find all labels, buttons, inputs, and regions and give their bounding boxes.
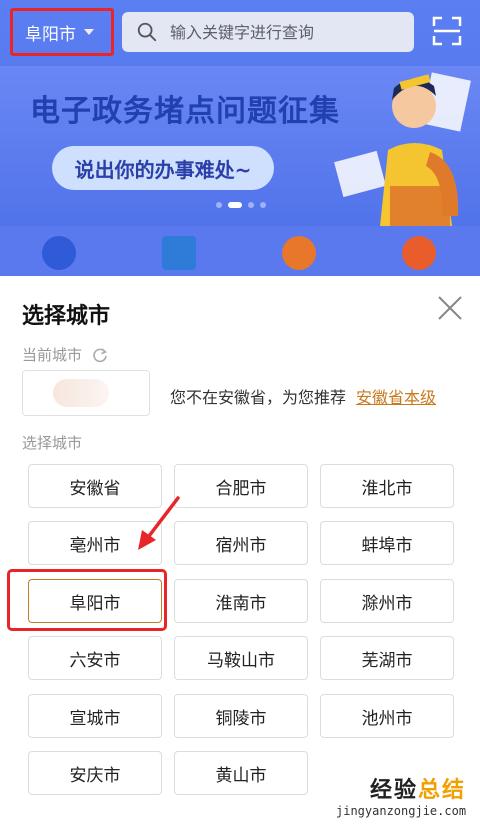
quick-entry-row bbox=[0, 226, 480, 276]
current-city-label: 当前城市 bbox=[22, 344, 108, 365]
city-button[interactable]: 蚌埠市 bbox=[320, 521, 454, 565]
city-picker-sheet: 选择城市 当前城市 您不在安徽省，为您推荐 安徽省本级 选择城市 安徽省 合肥市 … bbox=[0, 276, 480, 824]
city-button[interactable]: 安徽省 bbox=[28, 464, 162, 508]
select-city-label: 选择城市 bbox=[22, 434, 83, 452]
recommend-line: 您不在安徽省，为您推荐 安徽省本级 bbox=[170, 384, 436, 408]
city-button[interactable]: 滁州市 bbox=[320, 579, 454, 623]
city-selector-label: 阜阳市 bbox=[25, 24, 76, 45]
city-button[interactable]: 黄山市 bbox=[174, 751, 308, 795]
watermark-text-left: 经验 bbox=[370, 778, 419, 803]
city-button[interactable]: 池州市 bbox=[320, 694, 454, 738]
watermark: 经验总结 jingyanzongjie.com bbox=[336, 772, 466, 818]
banner-title: 电子政务堵点问题征集 bbox=[30, 94, 340, 129]
bank-icon[interactable] bbox=[402, 236, 436, 270]
city-button[interactable]: 宿州市 bbox=[174, 521, 308, 565]
pagination-dot bbox=[260, 202, 266, 208]
search-icon bbox=[137, 22, 157, 42]
promo-banner[interactable]: 电子政务堵点问题征集 说出你的办事难处~ bbox=[0, 66, 480, 226]
watermark-logo: 经验总结 bbox=[336, 772, 466, 804]
home-page-background: 阜阳市 电子政务堵点问题征集 说出你的办事难处~ bbox=[0, 0, 480, 276]
city-button[interactable]: 淮北市 bbox=[320, 464, 454, 508]
watermark-url: jingyanzongjie.com bbox=[336, 804, 467, 818]
top-bar: 阜阳市 bbox=[0, 0, 480, 66]
banner-illustration bbox=[334, 72, 471, 226]
map-icon[interactable] bbox=[42, 236, 76, 270]
payment-icon[interactable] bbox=[162, 236, 196, 270]
wallet-icon[interactable] bbox=[282, 236, 316, 270]
city-button[interactable]: 六安市 bbox=[28, 636, 162, 680]
city-selector[interactable]: 阜阳市 bbox=[10, 8, 114, 56]
caret-down-icon bbox=[84, 29, 94, 35]
scan-icon[interactable] bbox=[432, 16, 462, 46]
city-button[interactable]: 铜陵市 bbox=[174, 694, 308, 738]
city-button[interactable]: 亳州市 bbox=[28, 521, 162, 565]
close-icon[interactable] bbox=[436, 294, 464, 322]
sheet-title: 选择城市 bbox=[22, 304, 111, 329]
current-city-box[interactable] bbox=[22, 370, 150, 416]
pagination-dot bbox=[248, 202, 254, 208]
pagination-dot-active bbox=[228, 202, 242, 208]
city-button[interactable]: 马鞍山市 bbox=[174, 636, 308, 680]
blurred-city-name bbox=[53, 379, 109, 407]
banner-subtitle: 说出你的办事难处~ bbox=[52, 146, 274, 190]
city-button-selected[interactable]: 阜阳市 bbox=[28, 579, 162, 623]
city-button[interactable]: 宣城市 bbox=[28, 694, 162, 738]
banner-pagination bbox=[216, 202, 266, 208]
pagination-dot bbox=[216, 202, 222, 208]
recommend-text: 您不在安徽省，为您推荐 bbox=[170, 388, 347, 407]
search-input[interactable] bbox=[170, 22, 390, 42]
city-button[interactable]: 淮南市 bbox=[174, 579, 308, 623]
city-button[interactable]: 合肥市 bbox=[174, 464, 308, 508]
current-city-label-text: 当前城市 bbox=[22, 346, 83, 364]
watermark-text-right: 总结 bbox=[418, 778, 467, 803]
city-button[interactable]: 芜湖市 bbox=[320, 636, 454, 680]
refresh-icon[interactable] bbox=[92, 347, 108, 363]
recommend-link[interactable]: 安徽省本级 bbox=[356, 388, 436, 407]
city-button[interactable]: 安庆市 bbox=[28, 751, 162, 795]
search-box[interactable] bbox=[122, 12, 414, 52]
